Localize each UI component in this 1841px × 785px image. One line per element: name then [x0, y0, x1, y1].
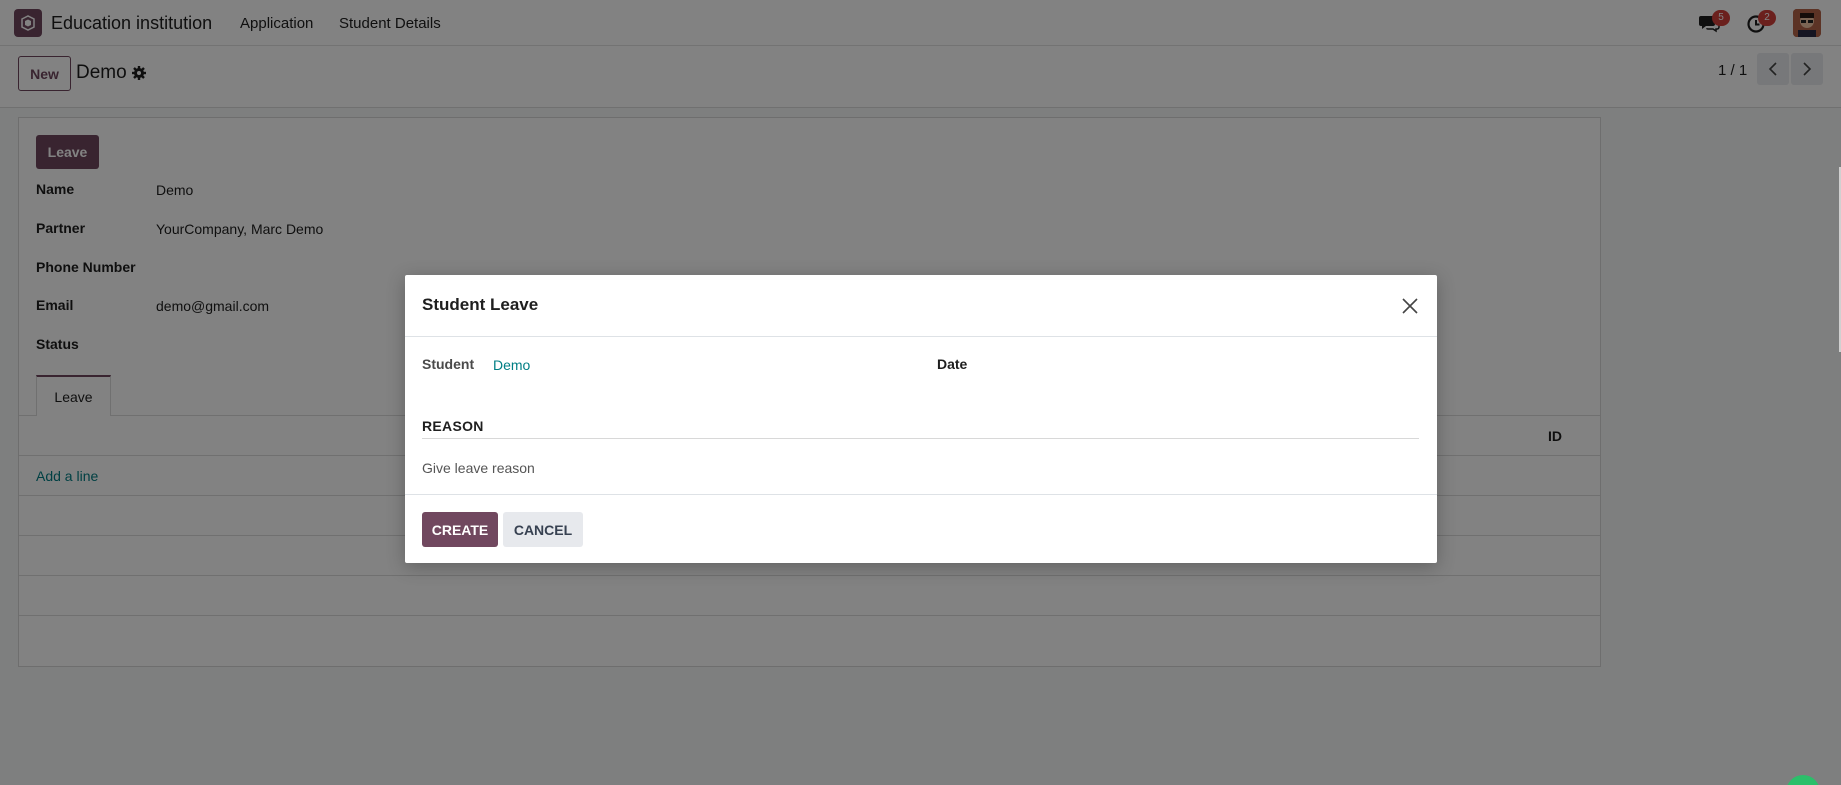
- reason-section-title: REASON: [422, 418, 484, 434]
- cancel-button[interactable]: CANCEL: [503, 512, 583, 547]
- dialog-title: Student Leave: [422, 295, 539, 314]
- date-label: Date: [937, 356, 968, 372]
- student-value-link[interactable]: Demo: [493, 357, 530, 373]
- dialog-footer: CREATE CANCEL: [405, 494, 1437, 563]
- close-icon[interactable]: [1400, 296, 1420, 316]
- student-label: Student: [422, 356, 475, 372]
- student-leave-dialog: Student Leave Student Demo Date REASON C…: [405, 275, 1437, 563]
- create-button[interactable]: CREATE: [422, 512, 498, 547]
- dialog-header: Student Leave: [405, 275, 1437, 337]
- reason-input[interactable]: [422, 457, 1419, 479]
- reason-divider: [422, 438, 1419, 439]
